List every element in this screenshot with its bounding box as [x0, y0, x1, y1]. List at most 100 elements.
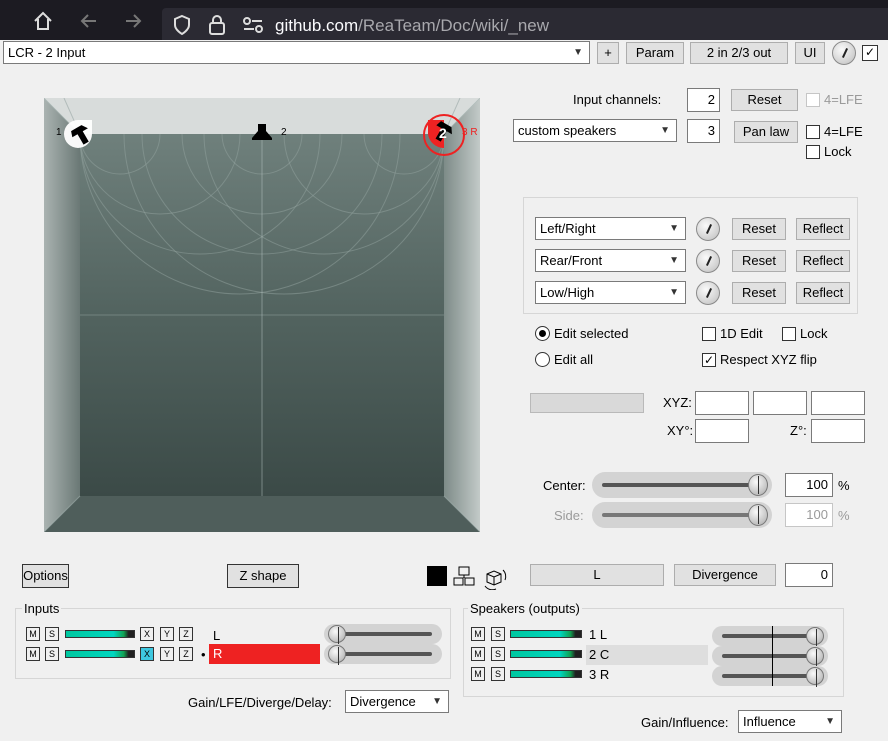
home-icon[interactable]	[30, 8, 56, 34]
output-2-solo[interactable]: S	[491, 647, 505, 661]
output-2-row-highlight[interactable]: 2 C	[586, 645, 708, 665]
output-2-gain-slider[interactable]	[712, 646, 828, 667]
input-l-mute[interactable]: M	[26, 627, 40, 641]
input-l-flip-x[interactable]: X	[140, 627, 154, 641]
z-shape-button[interactable]: Z shape	[227, 564, 299, 588]
edit-all-label: Edit all	[554, 352, 594, 367]
edit-lock-checkbox[interactable]	[782, 327, 796, 341]
output-1-gain-thumb[interactable]	[806, 627, 824, 647]
input-channels-reset-button[interactable]: Reset	[731, 89, 798, 111]
output-1-mute[interactable]: M	[471, 627, 485, 641]
axis-lh-dropdown[interactable]: Low/High ▼	[535, 281, 686, 304]
output-lfe-checkbox[interactable]	[806, 125, 820, 139]
input-gain-mode-dropdown[interactable]: Divergence ▼	[345, 690, 449, 713]
axis-lr-knob[interactable]	[696, 217, 720, 241]
permissions-icon[interactable]	[242, 16, 264, 37]
input-r-flip-y[interactable]: Y	[160, 647, 174, 661]
speaker-1-label: 1	[56, 127, 62, 138]
divergence-button[interactable]: Divergence	[674, 564, 776, 586]
divergence-field[interactable]: 0	[785, 563, 833, 587]
axis-rf-reset-button[interactable]: Reset	[732, 250, 786, 272]
output-1-gain-slider[interactable]	[712, 626, 828, 647]
preset-dropdown[interactable]: LCR - 2 Input ▼	[3, 41, 590, 64]
axis-lr-reflect-button[interactable]: Reflect	[796, 218, 850, 240]
center-slider-thumb[interactable]	[748, 474, 768, 496]
input-channels-field[interactable]: 2	[687, 88, 720, 112]
input-l-name[interactable]: L	[213, 628, 220, 643]
input-l-solo[interactable]: S	[45, 627, 59, 641]
edit-selected-radio[interactable]	[535, 326, 550, 341]
speaker-1-icon[interactable]	[70, 122, 94, 149]
axis-rf-dropdown[interactable]: Rear/Front ▼	[535, 249, 686, 272]
bypass-checkbox[interactable]: ✓	[862, 45, 878, 61]
output-3-gain-slider[interactable]	[712, 666, 828, 687]
center-slider[interactable]	[592, 472, 772, 498]
forward-arrow-icon[interactable]	[120, 8, 146, 34]
edit-1d-checkbox[interactable]	[702, 327, 716, 341]
y-field[interactable]	[753, 391, 807, 415]
input-r-solo[interactable]: S	[45, 647, 59, 661]
output-1-name[interactable]: 1 L	[589, 627, 607, 642]
axis-rf-knob[interactable]	[696, 249, 720, 273]
input-r-row-highlight[interactable]: R	[209, 644, 320, 664]
output-2-gain-thumb[interactable]	[806, 647, 824, 667]
color-swatch[interactable]	[427, 566, 447, 586]
input-l-gain-slider[interactable]	[324, 624, 442, 645]
output-3-gain-thumb[interactable]	[806, 667, 824, 687]
xy-angle-field[interactable]	[695, 419, 749, 443]
axis-rf-reflect-button[interactable]: Reflect	[796, 250, 850, 272]
center-label: Center:	[543, 478, 586, 493]
edit-all-radio[interactable]	[535, 352, 550, 367]
speaker-2-icon[interactable]	[250, 122, 274, 145]
io-config-button[interactable]: 2 in 2/3 out	[690, 42, 788, 64]
speaker-layout-dropdown[interactable]: custom speakers ▼	[513, 119, 677, 142]
input-l-flip-y[interactable]: Y	[160, 627, 174, 641]
center-value-field[interactable]: 100	[785, 473, 833, 497]
axis-lr-reset-button[interactable]: Reset	[732, 218, 786, 240]
shield-icon[interactable]	[172, 14, 192, 39]
axis-lh-reflect-button[interactable]: Reflect	[796, 282, 850, 304]
speaker-count-field[interactable]: 3	[687, 119, 720, 143]
wet-dry-knob[interactable]	[832, 41, 856, 65]
outputs-title: Speakers (outputs)	[468, 601, 582, 616]
input-l-gain-thumb[interactable]	[328, 625, 346, 645]
z-field[interactable]	[811, 391, 865, 415]
axis-lh-reset-button[interactable]: Reset	[732, 282, 786, 304]
x-field[interactable]	[695, 391, 749, 415]
input-r-flip-x[interactable]: X	[140, 647, 154, 661]
add-preset-button[interactable]: +	[597, 42, 619, 64]
input-r-gain-slider[interactable]	[324, 644, 442, 665]
ui-button[interactable]: UI	[795, 42, 825, 64]
input-lfe-checkbox[interactable]	[806, 93, 820, 107]
input-l-flip-z[interactable]: Z	[179, 627, 193, 641]
room-panner-view[interactable]: 1 2 2 3 R	[44, 98, 480, 532]
z-angle-field[interactable]	[811, 419, 865, 443]
input-r-flip-z[interactable]: Z	[179, 647, 193, 661]
respect-xyz-label: Respect XYZ flip	[720, 352, 817, 367]
coordinate-name-field[interactable]	[530, 393, 644, 413]
input-r-mute[interactable]: M	[26, 647, 40, 661]
respect-xyz-checkbox[interactable]: ✓	[702, 353, 716, 367]
output-1-solo[interactable]: S	[491, 627, 505, 641]
output-3-mute[interactable]: M	[471, 667, 485, 681]
output-2-mute[interactable]: M	[471, 647, 485, 661]
speaker-lock-checkbox[interactable]	[806, 145, 820, 159]
side-slider[interactable]	[592, 502, 772, 528]
input-r-gain-thumb[interactable]	[328, 645, 346, 665]
layout-icon[interactable]	[453, 565, 475, 590]
lock-icon[interactable]	[208, 14, 226, 39]
z-angle-label: Z°:	[790, 423, 807, 438]
side-value-field[interactable]: 100	[785, 503, 833, 527]
output-3-solo[interactable]: S	[491, 667, 505, 681]
back-arrow-icon[interactable]	[76, 8, 102, 34]
param-button[interactable]: Param	[626, 42, 684, 64]
side-slider-thumb[interactable]	[748, 504, 768, 526]
rotate-cube-icon[interactable]	[482, 566, 508, 593]
output-3-name[interactable]: 3 R	[589, 667, 609, 682]
pan-law-button[interactable]: Pan law	[734, 121, 798, 143]
channel-button[interactable]: L	[530, 564, 664, 586]
options-button[interactable]: Options	[22, 564, 69, 588]
axis-lr-dropdown[interactable]: Left/Right ▼	[535, 217, 686, 240]
output-gain-mode-dropdown[interactable]: Influence ▼	[738, 710, 842, 733]
axis-lh-knob[interactable]	[696, 281, 720, 305]
